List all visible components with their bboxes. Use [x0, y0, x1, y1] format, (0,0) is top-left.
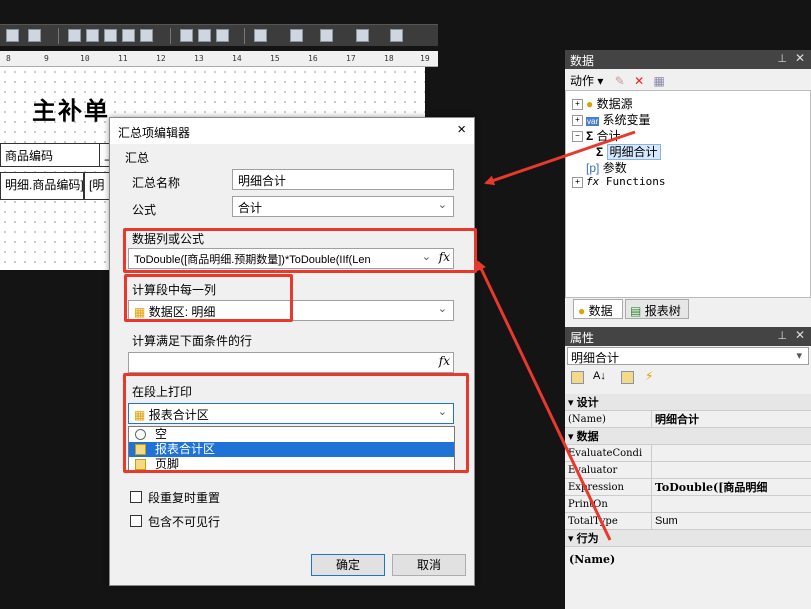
annotation-arrows: [476, 130, 636, 541]
arrow-from-expression: [476, 260, 612, 541]
arrow-to-name: [484, 130, 636, 186]
